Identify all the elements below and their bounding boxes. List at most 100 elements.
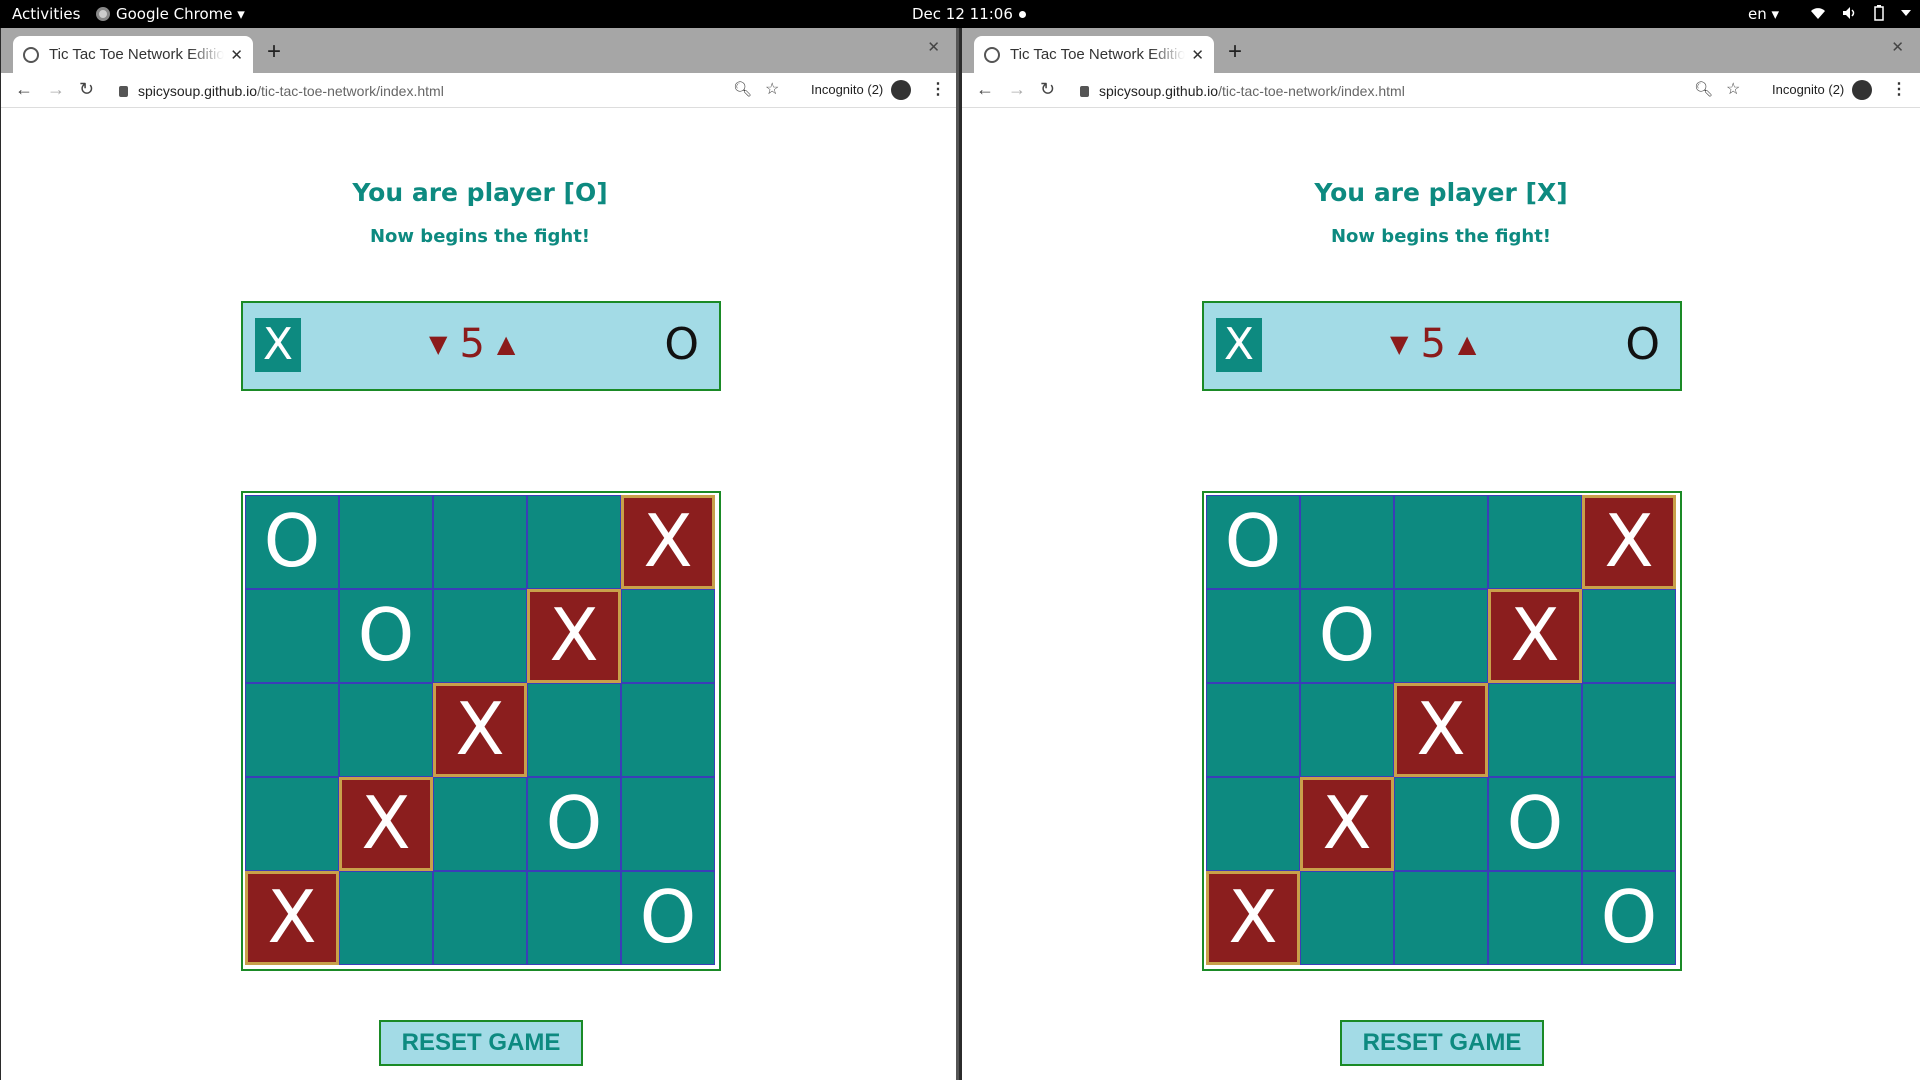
board-cell-winning[interactable]: X xyxy=(339,777,433,871)
bookmark-star-icon[interactable]: ☆ xyxy=(1726,79,1740,99)
language-selector[interactable]: en ▾ xyxy=(1748,5,1779,23)
board-cell[interactable] xyxy=(1206,683,1300,777)
board-cell[interactable] xyxy=(1206,777,1300,871)
board-cell[interactable] xyxy=(1582,777,1676,871)
address-bar[interactable]: spicysoup.github.io /tic-tac-toe-network… xyxy=(119,79,719,103)
board-cell[interactable] xyxy=(1488,871,1582,965)
bookmark-star-icon[interactable]: ☆ xyxy=(765,79,779,99)
clock[interactable]: Dec 12 11:06 xyxy=(912,5,1026,23)
board-cell[interactable] xyxy=(339,683,433,777)
board-cell[interactable] xyxy=(527,683,621,777)
board-cell-winning[interactable]: X xyxy=(621,495,715,589)
board-cell[interactable] xyxy=(1300,683,1394,777)
board-cell[interactable] xyxy=(433,871,527,965)
forward-arrow-icon[interactable]: → xyxy=(47,79,65,100)
window-close-icon[interactable]: ✕ xyxy=(1891,38,1904,56)
back-arrow-icon[interactable]: ← xyxy=(976,79,994,100)
globe-icon xyxy=(984,46,1000,63)
board-cell[interactable]: O xyxy=(1206,495,1300,589)
board-cell[interactable] xyxy=(433,777,527,871)
incognito-icon[interactable] xyxy=(891,80,911,100)
volume-icon xyxy=(1843,7,1855,19)
url-path: /tic-tac-toe-network/index.html xyxy=(1218,83,1405,99)
incognito-label[interactable]: Incognito (2) xyxy=(1772,82,1844,97)
clock-text: Dec 12 11:06 xyxy=(912,5,1013,23)
new-tab-button[interactable]: + xyxy=(267,38,281,66)
turn-panel: X ▼ 5 ▲ O xyxy=(241,301,721,391)
incognito-label[interactable]: Incognito (2) xyxy=(811,82,883,97)
globe-icon xyxy=(23,46,39,63)
reset-game-button[interactable]: RESET GAME xyxy=(379,1020,583,1066)
board-cell[interactable] xyxy=(433,495,527,589)
board-cell[interactable]: O xyxy=(339,589,433,683)
board-cell-winning[interactable]: X xyxy=(433,683,527,777)
board-cell[interactable]: O xyxy=(621,871,715,965)
win-length-value: 5 xyxy=(459,321,485,367)
game-board: OXOXXXOXO xyxy=(241,491,721,971)
board-cell[interactable] xyxy=(1394,777,1488,871)
board-cell[interactable]: O xyxy=(1488,777,1582,871)
zoom-icon[interactable]: 🔍︎ xyxy=(1694,80,1713,98)
browser-tab[interactable]: Tic Tac Toe Network Edition ✕ xyxy=(974,36,1214,73)
board-cell[interactable] xyxy=(1394,871,1488,965)
increase-triangle-icon[interactable]: ▲ xyxy=(1458,330,1476,358)
board-cell[interactable] xyxy=(1582,683,1676,777)
board-cell[interactable] xyxy=(245,777,339,871)
board-cell-winning[interactable]: X xyxy=(1300,777,1394,871)
board-cell[interactable] xyxy=(1394,589,1488,683)
app-menu[interactable]: Google Chrome ▾ xyxy=(96,5,245,23)
board-cell[interactable] xyxy=(621,589,715,683)
browser-tab[interactable]: Tic Tac Toe Network Edition ✕ xyxy=(13,36,253,73)
new-tab-button[interactable]: + xyxy=(1228,38,1242,66)
forward-arrow-icon[interactable]: → xyxy=(1008,79,1026,100)
decrease-triangle-icon[interactable]: ▼ xyxy=(1390,330,1408,358)
board-cell[interactable] xyxy=(1488,683,1582,777)
board-cell[interactable] xyxy=(621,777,715,871)
board-cell[interactable]: O xyxy=(245,495,339,589)
board-cell[interactable]: O xyxy=(1300,589,1394,683)
back-arrow-icon[interactable]: ← xyxy=(15,79,33,100)
board-cell[interactable] xyxy=(245,589,339,683)
kebab-menu-icon[interactable]: ⋮ xyxy=(930,79,946,99)
address-bar[interactable]: spicysoup.github.io /tic-tac-toe-network… xyxy=(1080,79,1680,103)
decrease-triangle-icon[interactable]: ▼ xyxy=(429,330,447,358)
increase-triangle-icon[interactable]: ▲ xyxy=(497,330,515,358)
board-cell[interactable] xyxy=(1488,495,1582,589)
board-cell[interactable] xyxy=(339,495,433,589)
reload-icon[interactable]: ↻ xyxy=(1040,79,1055,100)
zoom-icon[interactable]: 🔍︎ xyxy=(733,80,752,98)
board-cell[interactable] xyxy=(245,683,339,777)
player-o-label: O xyxy=(1625,319,1660,370)
activities-button[interactable]: Activities xyxy=(12,5,80,23)
board-cell[interactable] xyxy=(433,589,527,683)
reset-game-button[interactable]: RESET GAME xyxy=(1340,1020,1544,1066)
board-cell[interactable]: O xyxy=(1582,871,1676,965)
board-cell-winning[interactable]: X xyxy=(245,871,339,965)
board-cell[interactable] xyxy=(339,871,433,965)
app-name: Google Chrome ▾ xyxy=(116,5,245,23)
board-cell-winning[interactable]: X xyxy=(527,589,621,683)
board-cell[interactable] xyxy=(1300,495,1394,589)
board-cell[interactable] xyxy=(527,871,621,965)
window-close-icon[interactable]: ✕ xyxy=(927,38,940,56)
board-cell[interactable] xyxy=(1582,589,1676,683)
board-cell[interactable] xyxy=(527,495,621,589)
chrome-icon xyxy=(96,7,110,21)
tab-close-icon[interactable]: ✕ xyxy=(1191,46,1204,64)
board-cell[interactable] xyxy=(1206,589,1300,683)
reload-icon[interactable]: ↻ xyxy=(79,79,94,100)
url-host: spicysoup.github.io xyxy=(138,83,258,99)
board-cell-winning[interactable]: X xyxy=(1394,683,1488,777)
board-cell-winning[interactable]: X xyxy=(1582,495,1676,589)
board-cell[interactable] xyxy=(1394,495,1488,589)
incognito-icon[interactable] xyxy=(1852,80,1872,100)
board-cell[interactable] xyxy=(1300,871,1394,965)
board-cell-winning[interactable]: X xyxy=(1488,589,1582,683)
board-cell[interactable] xyxy=(621,683,715,777)
board-cell-winning[interactable]: X xyxy=(1206,871,1300,965)
system-tray[interactable] xyxy=(1810,5,1912,21)
game-page: You are player [X] Now begins the fight!… xyxy=(962,108,1920,1080)
kebab-menu-icon[interactable]: ⋮ xyxy=(1891,79,1907,99)
tab-close-icon[interactable]: ✕ xyxy=(230,46,243,64)
board-cell[interactable]: O xyxy=(527,777,621,871)
